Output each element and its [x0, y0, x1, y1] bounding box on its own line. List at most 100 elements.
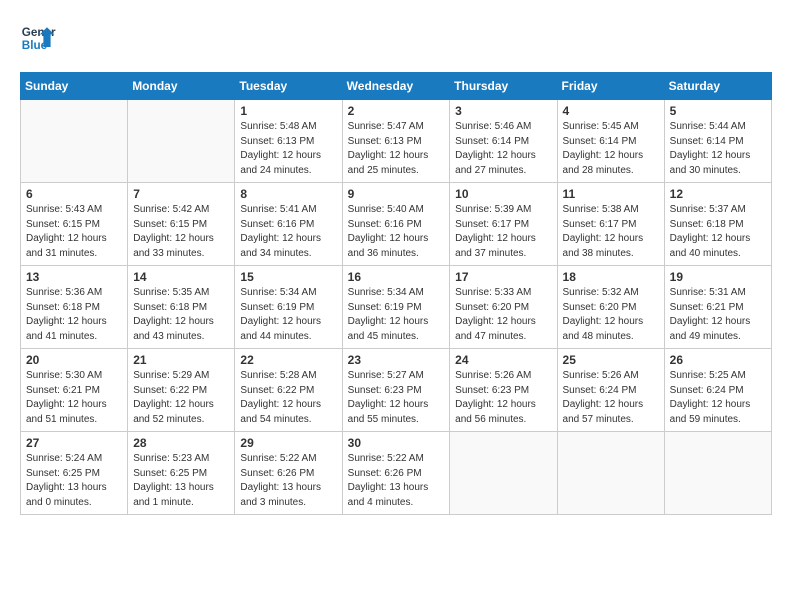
day-number: 6 [26, 187, 122, 201]
day-number: 4 [563, 104, 659, 118]
day-info: Sunrise: 5:25 AM Sunset: 6:24 PM Dayligh… [670, 369, 766, 427]
day-number: 16 [348, 270, 445, 284]
weekday-header-sunday: Sunday [21, 73, 128, 100]
weekday-header-tuesday: Tuesday [235, 73, 342, 100]
calendar-cell: 26 Sunrise: 5:25 AM Sunset: 6:24 PM Dayli… [664, 349, 771, 432]
calendar-cell: 19 Sunrise: 5:31 AM Sunset: 6:21 PM Dayli… [664, 266, 771, 349]
weekday-header-thursday: Thursday [450, 73, 557, 100]
logo: General Blue [20, 20, 56, 56]
day-number: 10 [455, 187, 551, 201]
calendar-table: SundayMondayTuesdayWednesdayThursdayFrid… [20, 72, 772, 515]
calendar-cell: 20 Sunrise: 5:30 AM Sunset: 6:21 PM Dayli… [21, 349, 128, 432]
calendar-cell: 2 Sunrise: 5:47 AM Sunset: 6:13 PM Daylig… [342, 100, 450, 183]
day-info: Sunrise: 5:48 AM Sunset: 6:13 PM Dayligh… [240, 120, 336, 178]
day-info: Sunrise: 5:37 AM Sunset: 6:18 PM Dayligh… [670, 203, 766, 261]
day-info: Sunrise: 5:22 AM Sunset: 6:26 PM Dayligh… [240, 452, 336, 510]
calendar-cell [557, 432, 664, 515]
calendar-cell: 15 Sunrise: 5:34 AM Sunset: 6:19 PM Dayli… [235, 266, 342, 349]
day-info: Sunrise: 5:32 AM Sunset: 6:20 PM Dayligh… [563, 286, 659, 344]
day-number: 26 [670, 353, 766, 367]
calendar-cell [21, 100, 128, 183]
calendar-cell: 6 Sunrise: 5:43 AM Sunset: 6:15 PM Daylig… [21, 183, 128, 266]
day-info: Sunrise: 5:34 AM Sunset: 6:19 PM Dayligh… [240, 286, 336, 344]
calendar-cell: 14 Sunrise: 5:35 AM Sunset: 6:18 PM Dayli… [128, 266, 235, 349]
day-number: 22 [240, 353, 336, 367]
day-info: Sunrise: 5:42 AM Sunset: 6:15 PM Dayligh… [133, 203, 229, 261]
day-number: 8 [240, 187, 336, 201]
day-info: Sunrise: 5:34 AM Sunset: 6:19 PM Dayligh… [348, 286, 445, 344]
day-info: Sunrise: 5:47 AM Sunset: 6:13 PM Dayligh… [348, 120, 445, 178]
day-number: 5 [670, 104, 766, 118]
day-info: Sunrise: 5:35 AM Sunset: 6:18 PM Dayligh… [133, 286, 229, 344]
day-number: 15 [240, 270, 336, 284]
day-info: Sunrise: 5:22 AM Sunset: 6:26 PM Dayligh… [348, 452, 445, 510]
day-number: 23 [348, 353, 445, 367]
calendar-cell [664, 432, 771, 515]
day-info: Sunrise: 5:29 AM Sunset: 6:22 PM Dayligh… [133, 369, 229, 427]
calendar-cell: 27 Sunrise: 5:24 AM Sunset: 6:25 PM Dayli… [21, 432, 128, 515]
day-info: Sunrise: 5:31 AM Sunset: 6:21 PM Dayligh… [670, 286, 766, 344]
day-number: 9 [348, 187, 445, 201]
calendar-week-row: 1 Sunrise: 5:48 AM Sunset: 6:13 PM Daylig… [21, 100, 772, 183]
day-info: Sunrise: 5:44 AM Sunset: 6:14 PM Dayligh… [670, 120, 766, 178]
calendar-week-row: 20 Sunrise: 5:30 AM Sunset: 6:21 PM Dayli… [21, 349, 772, 432]
page-header: General Blue [20, 20, 772, 56]
calendar-cell: 10 Sunrise: 5:39 AM Sunset: 6:17 PM Dayli… [450, 183, 557, 266]
calendar-cell: 13Sunrise: 5:36 AM Sunset: 6:18 PM Dayli… [21, 266, 128, 349]
calendar-cell: 23 Sunrise: 5:27 AM Sunset: 6:23 PM Dayli… [342, 349, 450, 432]
weekday-header-friday: Friday [557, 73, 664, 100]
day-info: Sunrise: 5:30 AM Sunset: 6:21 PM Dayligh… [26, 369, 122, 427]
calendar-cell [450, 432, 557, 515]
calendar-cell: 30 Sunrise: 5:22 AM Sunset: 6:26 PM Dayli… [342, 432, 450, 515]
day-number: 21 [133, 353, 229, 367]
day-info: Sunrise: 5:26 AM Sunset: 6:23 PM Dayligh… [455, 369, 551, 427]
day-info: Sunrise: 5:40 AM Sunset: 6:16 PM Dayligh… [348, 203, 445, 261]
day-number: 11 [563, 187, 659, 201]
day-number: 14 [133, 270, 229, 284]
calendar-cell: 12 Sunrise: 5:37 AM Sunset: 6:18 PM Dayli… [664, 183, 771, 266]
day-info: Sunrise: 5:23 AM Sunset: 6:25 PM Dayligh… [133, 452, 229, 510]
calendar-week-row: 13Sunrise: 5:36 AM Sunset: 6:18 PM Dayli… [21, 266, 772, 349]
day-number: 24 [455, 353, 551, 367]
calendar-cell: 17 Sunrise: 5:33 AM Sunset: 6:20 PM Dayli… [450, 266, 557, 349]
calendar-cell: 24 Sunrise: 5:26 AM Sunset: 6:23 PM Dayli… [450, 349, 557, 432]
day-info: Sunrise: 5:26 AM Sunset: 6:24 PM Dayligh… [563, 369, 659, 427]
day-info: Sunrise: 5:45 AM Sunset: 6:14 PM Dayligh… [563, 120, 659, 178]
day-info: Sunrise: 5:43 AM Sunset: 6:15 PM Dayligh… [26, 203, 122, 261]
calendar-week-row: 6 Sunrise: 5:43 AM Sunset: 6:15 PM Daylig… [21, 183, 772, 266]
day-number: 30 [348, 436, 445, 450]
calendar-week-row: 27 Sunrise: 5:24 AM Sunset: 6:25 PM Dayli… [21, 432, 772, 515]
weekday-header-wednesday: Wednesday [342, 73, 450, 100]
day-number: 20 [26, 353, 122, 367]
calendar-cell: 18 Sunrise: 5:32 AM Sunset: 6:20 PM Dayli… [557, 266, 664, 349]
day-info: Sunrise: 5:24 AM Sunset: 6:25 PM Dayligh… [26, 452, 122, 510]
day-number: 27 [26, 436, 122, 450]
calendar-cell: 16 Sunrise: 5:34 AM Sunset: 6:19 PM Dayli… [342, 266, 450, 349]
calendar-cell: 1 Sunrise: 5:48 AM Sunset: 6:13 PM Daylig… [235, 100, 342, 183]
day-info: Sunrise: 5:27 AM Sunset: 6:23 PM Dayligh… [348, 369, 445, 427]
day-info: Sunrise: 5:33 AM Sunset: 6:20 PM Dayligh… [455, 286, 551, 344]
day-number: 7 [133, 187, 229, 201]
day-info: Sunrise: 5:39 AM Sunset: 6:17 PM Dayligh… [455, 203, 551, 261]
day-number: 28 [133, 436, 229, 450]
calendar-cell: 28 Sunrise: 5:23 AM Sunset: 6:25 PM Dayli… [128, 432, 235, 515]
day-number: 3 [455, 104, 551, 118]
calendar-cell [128, 100, 235, 183]
calendar-cell: 5 Sunrise: 5:44 AM Sunset: 6:14 PM Daylig… [664, 100, 771, 183]
calendar-cell: 21 Sunrise: 5:29 AM Sunset: 6:22 PM Dayli… [128, 349, 235, 432]
day-number: 18 [563, 270, 659, 284]
day-number: 19 [670, 270, 766, 284]
calendar-header-row: SundayMondayTuesdayWednesdayThursdayFrid… [21, 73, 772, 100]
day-info: Sunrise: 5:46 AM Sunset: 6:14 PM Dayligh… [455, 120, 551, 178]
calendar-cell: 8Sunrise: 5:41 AM Sunset: 6:16 PM Daylig… [235, 183, 342, 266]
day-number: 29 [240, 436, 336, 450]
calendar-cell: 3 Sunrise: 5:46 AM Sunset: 6:14 PM Daylig… [450, 100, 557, 183]
calendar-cell: 11 Sunrise: 5:38 AM Sunset: 6:17 PM Dayli… [557, 183, 664, 266]
weekday-header-monday: Monday [128, 73, 235, 100]
day-info: Sunrise: 5:36 AM Sunset: 6:18 PM Dayligh… [26, 286, 122, 344]
day-info: Sunrise: 5:38 AM Sunset: 6:17 PM Dayligh… [563, 203, 659, 261]
day-number: 1 [240, 104, 336, 118]
day-number: 17 [455, 270, 551, 284]
day-number: 12 [670, 187, 766, 201]
day-number: 2 [348, 104, 445, 118]
